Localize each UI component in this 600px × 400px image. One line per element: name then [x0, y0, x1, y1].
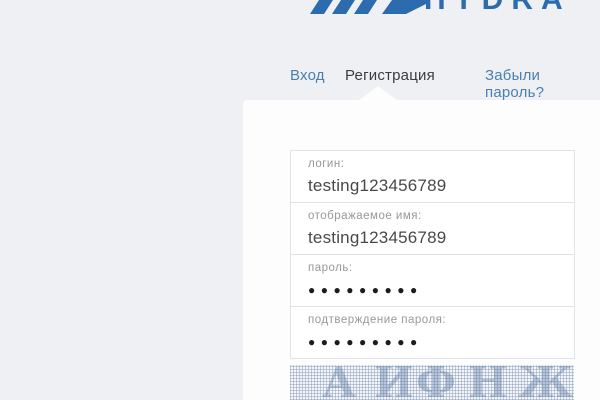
registration-page: HYDRA Вход Регистрация Забыли пароль? ло…	[0, 0, 600, 400]
site-logo: HYDRA	[0, 0, 600, 14]
captcha-glyph: И	[374, 365, 414, 400]
login-field[interactable]: логин: testing123456789	[290, 150, 575, 203]
captcha-glyph: Ф	[416, 365, 456, 400]
password-confirm-field[interactable]: подтверждение пароля: ●●●●●●●●●	[290, 306, 575, 359]
tab-registration[interactable]: Регистрация	[345, 67, 435, 84]
logo-wordmark: HYDRA	[424, 0, 571, 14]
tab-login[interactable]: Вход	[290, 67, 325, 84]
active-tab-caret	[359, 86, 397, 100]
password-confirm-field-label: подтверждение пароля:	[308, 314, 564, 326]
login-field-label: логин:	[308, 158, 564, 170]
display-name-field-label: отображаемое имя:	[308, 210, 564, 222]
captcha-glyph: А	[322, 365, 356, 400]
password-confirm-field-value: ●●●●●●●●●	[308, 335, 564, 349]
registration-form: логин: testing123456789 отображаемое имя…	[290, 150, 575, 359]
tab-forgot-password[interactable]: Забыли пароль?	[485, 67, 600, 101]
login-field-value: testing123456789	[308, 176, 564, 196]
display-name-field-value: testing123456789	[308, 228, 564, 248]
password-field[interactable]: пароль: ●●●●●●●●●	[290, 254, 575, 307]
captcha-glyph: Ж	[518, 365, 573, 400]
logo-stripes-icon	[308, 0, 428, 14]
display-name-field[interactable]: отображаемое имя: testing123456789	[290, 202, 575, 255]
captcha-image: А И Ф Н Ж	[290, 365, 574, 400]
password-field-value: ●●●●●●●●●	[308, 283, 564, 297]
password-field-label: пароль:	[308, 262, 564, 274]
captcha-glyph: Н	[468, 365, 508, 400]
